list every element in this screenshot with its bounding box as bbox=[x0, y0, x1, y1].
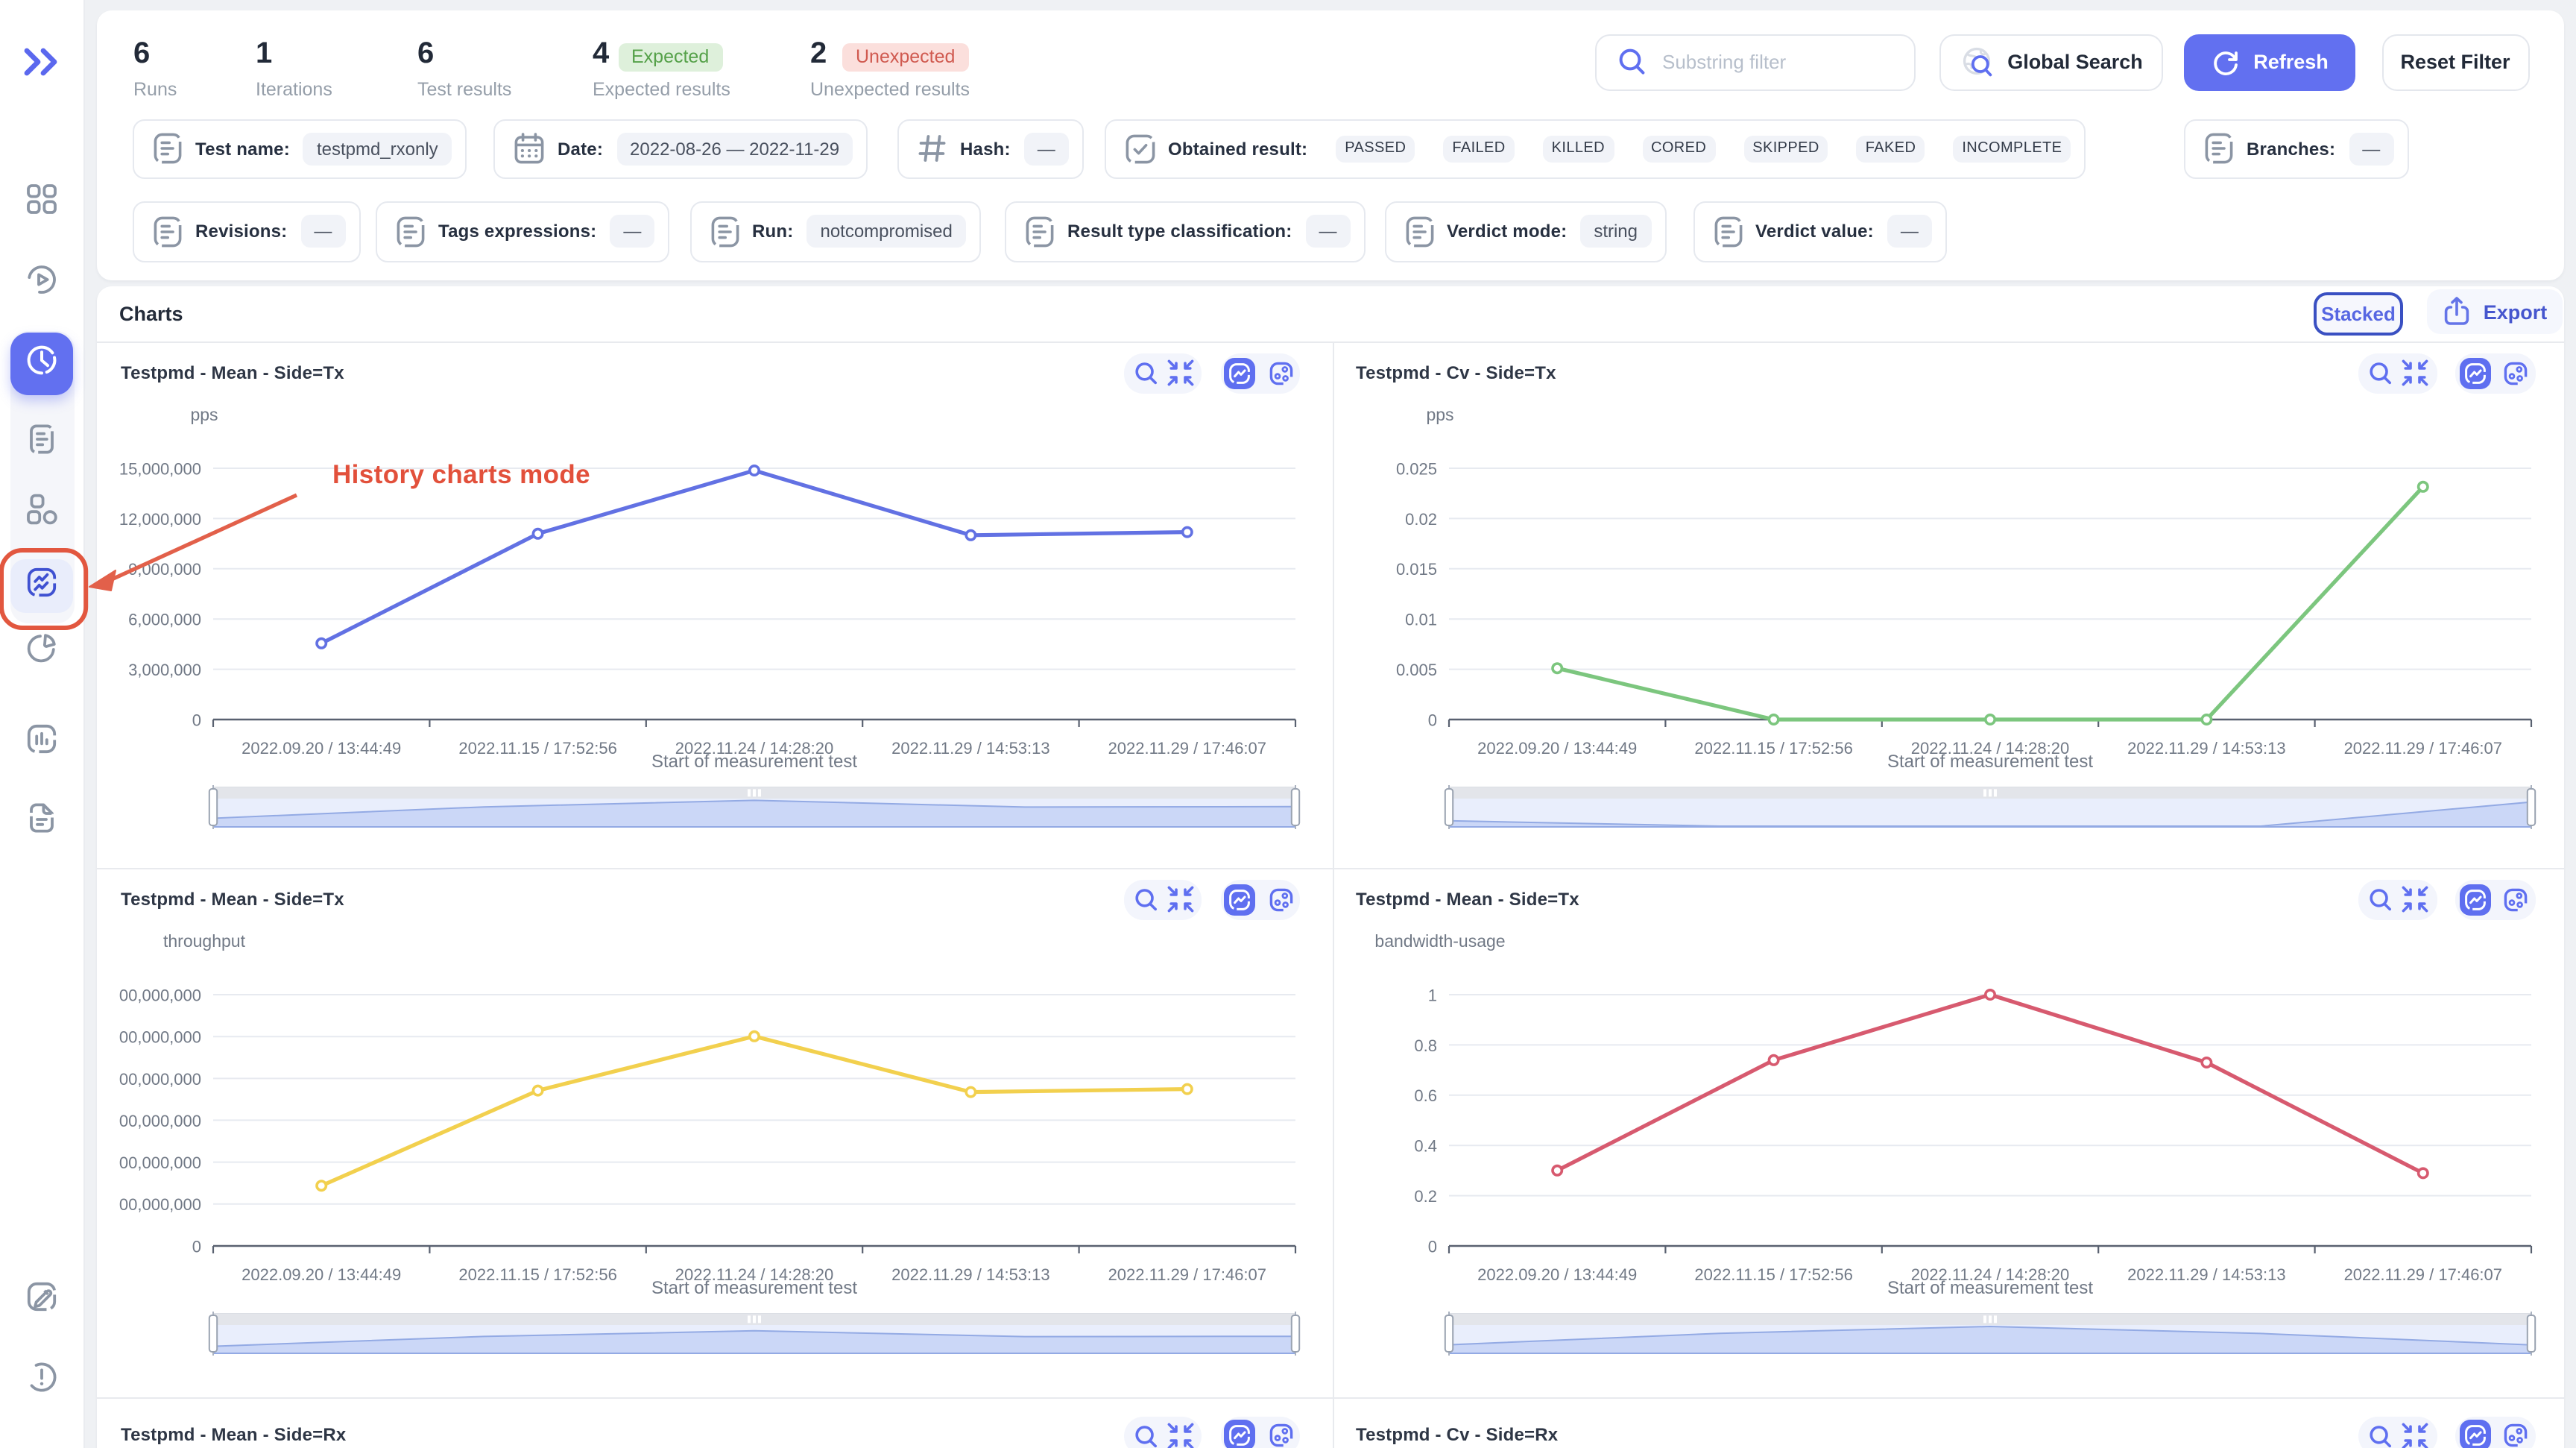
svg-text:2022.11.29 / 14:53:13: 2022.11.29 / 14:53:13 bbox=[891, 1265, 1049, 1283]
svg-text:6,000,000: 6,000,000 bbox=[128, 610, 201, 629]
svg-text:12,000,000: 12,000,000 bbox=[119, 509, 201, 528]
svg-text:2022.11.15 / 17:52:56: 2022.11.15 / 17:52:56 bbox=[1693, 1265, 1852, 1283]
svg-text:pps: pps bbox=[1425, 404, 1453, 424]
svg-text:3,000,000: 3,000,000 bbox=[128, 660, 201, 679]
svg-text:2022.11.29 / 17:46:07: 2022.11.29 / 17:46:07 bbox=[1108, 738, 1266, 757]
svg-text:2022.11.15 / 17:52:56: 2022.11.15 / 17:52:56 bbox=[458, 738, 616, 757]
svg-text:pps: pps bbox=[190, 404, 218, 424]
svg-text:0: 0 bbox=[1427, 710, 1436, 728]
svg-text:Start of measurement test: Start of measurement test bbox=[651, 751, 857, 771]
svg-text:2022.09.20 / 13:44:49: 2022.09.20 / 13:44:49 bbox=[1477, 1265, 1636, 1283]
svg-text:2022.11.15 / 17:52:56: 2022.11.15 / 17:52:56 bbox=[1693, 738, 1852, 757]
svg-text:Start of measurement test: Start of measurement test bbox=[1887, 751, 2092, 771]
svg-text:9,000,000: 9,000,000 bbox=[128, 559, 201, 578]
svg-text:00,000,000: 00,000,000 bbox=[119, 1153, 201, 1171]
svg-text:2022.09.20 / 13:44:49: 2022.09.20 / 13:44:49 bbox=[242, 1265, 401, 1283]
svg-text:0: 0 bbox=[1427, 1236, 1436, 1255]
svg-text:0.01: 0.01 bbox=[1404, 610, 1436, 629]
svg-text:2022.09.20 / 13:44:49: 2022.09.20 / 13:44:49 bbox=[242, 738, 401, 757]
svg-text:0.2: 0.2 bbox=[1413, 1186, 1436, 1205]
svg-text:00,000,000: 00,000,000 bbox=[119, 1069, 201, 1088]
svg-text:0.4: 0.4 bbox=[1413, 1136, 1436, 1155]
svg-text:1: 1 bbox=[1427, 985, 1436, 1004]
svg-text:0.025: 0.025 bbox=[1395, 459, 1436, 477]
svg-text:2022.11.29 / 17:46:07: 2022.11.29 / 17:46:07 bbox=[2343, 1265, 2501, 1283]
svg-text:0: 0 bbox=[192, 1236, 201, 1255]
svg-text:2022.11.29 / 14:53:13: 2022.11.29 / 14:53:13 bbox=[891, 738, 1049, 757]
svg-text:bandwidth-usage: bandwidth-usage bbox=[1374, 931, 1504, 950]
svg-text:Start of measurement test: Start of measurement test bbox=[651, 1277, 857, 1297]
svg-text:throughput: throughput bbox=[163, 931, 246, 950]
svg-text:00,000,000: 00,000,000 bbox=[119, 1111, 201, 1130]
svg-text:2022.11.29 / 17:46:07: 2022.11.29 / 17:46:07 bbox=[2343, 738, 2501, 757]
svg-text:Start of measurement test: Start of measurement test bbox=[1887, 1277, 2092, 1297]
svg-text:2022.11.29 / 14:53:13: 2022.11.29 / 14:53:13 bbox=[2127, 738, 2285, 757]
svg-text:0.6: 0.6 bbox=[1413, 1086, 1436, 1104]
svg-text:0: 0 bbox=[192, 710, 201, 728]
svg-text:0.015: 0.015 bbox=[1395, 559, 1436, 578]
svg-text:2022.11.15 / 17:52:56: 2022.11.15 / 17:52:56 bbox=[458, 1265, 616, 1283]
svg-text:0.02: 0.02 bbox=[1404, 509, 1436, 528]
svg-text:2022.09.20 / 13:44:49: 2022.09.20 / 13:44:49 bbox=[1477, 738, 1636, 757]
svg-text:2022.11.29 / 14:53:13: 2022.11.29 / 14:53:13 bbox=[2127, 1265, 2285, 1283]
svg-text:0.8: 0.8 bbox=[1413, 1036, 1436, 1054]
svg-text:00,000,000: 00,000,000 bbox=[119, 1027, 201, 1046]
svg-text:0.005: 0.005 bbox=[1395, 660, 1436, 679]
svg-text:2022.11.29 / 17:46:07: 2022.11.29 / 17:46:07 bbox=[1108, 1265, 1266, 1283]
svg-text:00,000,000: 00,000,000 bbox=[119, 985, 201, 1004]
svg-text:15,000,000: 15,000,000 bbox=[119, 459, 201, 477]
svg-text:00,000,000: 00,000,000 bbox=[119, 1194, 201, 1213]
